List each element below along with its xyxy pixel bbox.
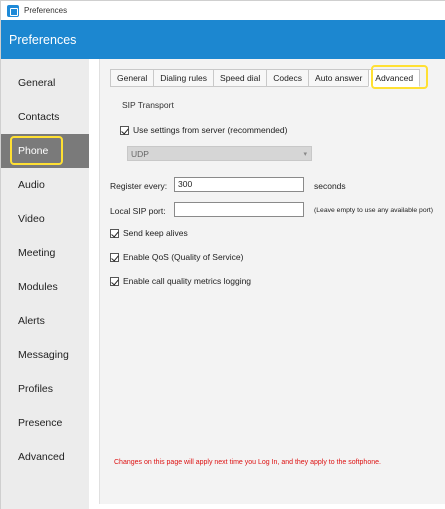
sidebar-item-label: General — [18, 77, 56, 89]
sidebar-item-audio[interactable]: Audio — [1, 168, 89, 202]
sidebar-item-label: Advanced — [18, 451, 65, 463]
settings-panel: General Dialing rules Speed dial Codecs … — [99, 59, 445, 504]
local-sip-port-label: Local SIP port: — [110, 206, 166, 216]
sidebar-item-contacts[interactable]: Contacts — [1, 100, 89, 134]
tab-auto-answer[interactable]: Auto answer — [308, 69, 369, 87]
sidebar-item-label: Contacts — [18, 111, 60, 123]
register-every-input[interactable]: 300 — [174, 177, 304, 192]
tab-bar: General Dialing rules Speed dial Codecs … — [110, 69, 421, 87]
local-sip-port-input[interactable] — [174, 202, 304, 217]
keep-alives-row: Send keep alives — [110, 228, 188, 238]
keep-alives-checkbox[interactable] — [110, 228, 119, 238]
keep-alives-label: Send keep alives — [123, 228, 188, 238]
tab-speed-dial[interactable]: Speed dial — [213, 69, 267, 87]
qos-label: Enable QoS (Quality of Service) — [123, 252, 244, 262]
window-title: Preferences — [24, 6, 68, 15]
transport-select-value: UDP — [131, 148, 149, 159]
title-bar: Preferences — [1, 1, 445, 20]
use-server-settings-row: Use settings from server (recommended) — [120, 125, 287, 135]
sidebar-item-label: Presence — [18, 417, 63, 429]
sidebar-item-meeting[interactable]: Meeting — [1, 236, 89, 270]
sidebar-item-video[interactable]: Video — [1, 202, 89, 236]
register-every-unit: seconds — [314, 181, 346, 191]
preferences-window: Preferences Preferences General Contacts… — [0, 0, 445, 509]
header-bar: Preferences — [1, 20, 445, 59]
sidebar-item-label: Video — [18, 213, 45, 225]
sidebar-item-profiles[interactable]: Profiles — [1, 372, 89, 406]
local-sip-port-note: (Leave empty to use any available port) — [314, 207, 434, 214]
content-area: General Dialing rules Speed dial Codecs … — [89, 59, 445, 509]
quality-logging-checkbox[interactable] — [110, 276, 119, 286]
sidebar-item-label: Messaging — [18, 349, 69, 361]
changes-warning-note: Changes on this page will apply next tim… — [114, 459, 381, 466]
page-title: Preferences — [9, 32, 77, 47]
quality-logging-label: Enable call quality metrics logging — [123, 276, 252, 286]
sidebar-item-alerts[interactable]: Alerts — [1, 304, 89, 338]
sidebar-item-modules[interactable]: Modules — [1, 270, 89, 304]
qos-row: Enable QoS (Quality of Service) — [110, 252, 243, 262]
sidebar-item-label: Meeting — [18, 247, 56, 259]
sidebar-item-label: Audio — [18, 179, 45, 191]
sidebar-item-advanced[interactable]: Advanced — [1, 440, 89, 474]
highlight-box-phone — [10, 136, 63, 165]
tab-codecs[interactable]: Codecs — [266, 69, 309, 87]
sidebar: General Contacts Phone Audio Video Meeti… — [1, 59, 89, 509]
tab-general[interactable]: General — [110, 69, 154, 87]
use-server-settings-label: Use settings from server (recommended) — [133, 125, 288, 135]
tab-dialing-rules[interactable]: Dialing rules — [153, 69, 214, 87]
chevron-down-icon: ▾ — [303, 151, 307, 158]
register-every-label: Register every: — [110, 181, 168, 191]
quality-logging-row: Enable call quality metrics logging — [110, 276, 251, 286]
sidebar-item-messaging[interactable]: Messaging — [1, 338, 89, 372]
sidebar-item-label: Alerts — [18, 315, 45, 327]
sidebar-item-general[interactable]: General — [1, 66, 89, 100]
qos-checkbox[interactable] — [110, 252, 119, 262]
sip-transport-label: SIP Transport — [122, 100, 174, 110]
sidebar-item-label: Modules — [18, 281, 58, 293]
sidebar-item-label: Profiles — [18, 383, 54, 395]
app-icon — [7, 4, 19, 17]
tab-advanced[interactable]: Advanced — [368, 69, 421, 87]
transport-select: UDP ▾ — [127, 146, 312, 161]
use-server-settings-checkbox[interactable] — [120, 125, 129, 135]
sidebar-item-presence[interactable]: Presence — [1, 406, 89, 440]
